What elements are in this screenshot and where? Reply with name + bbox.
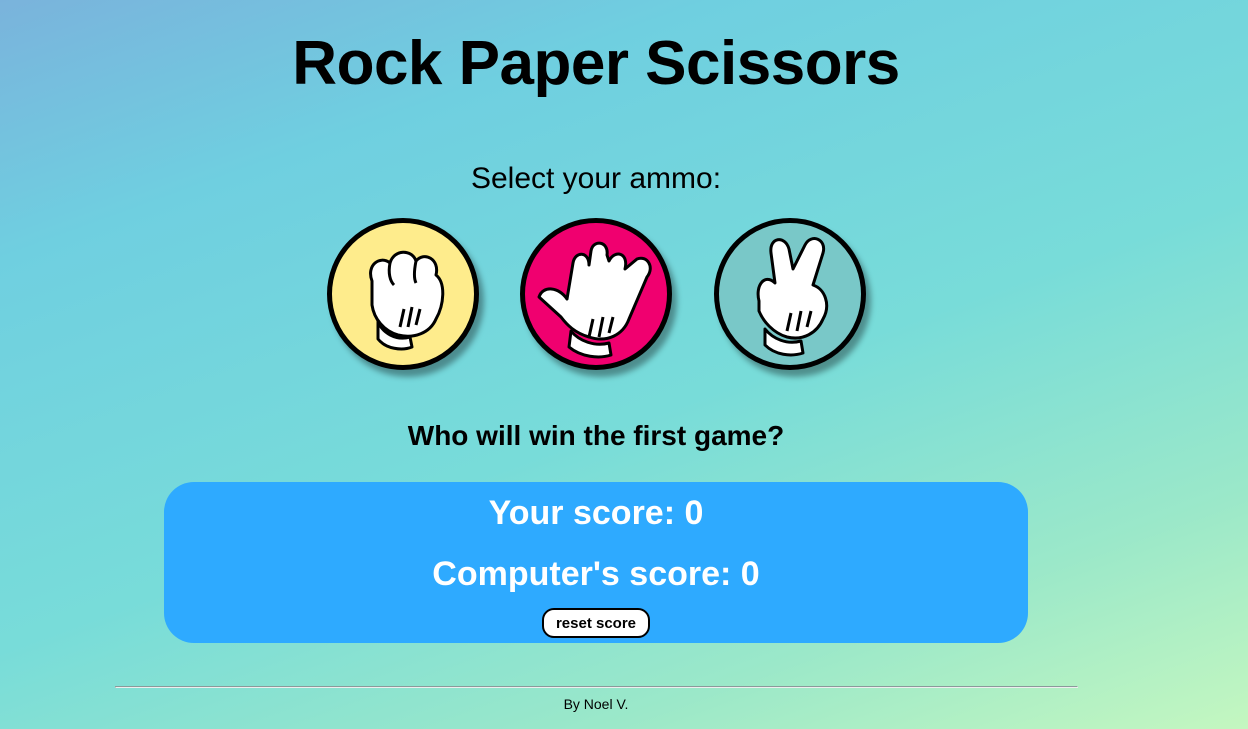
rock-button[interactable] xyxy=(327,218,479,370)
scoreboard: Your score: 0 Computer's score: 0 reset … xyxy=(164,482,1028,643)
page-title: Rock Paper Scissors xyxy=(292,29,900,98)
choice-buttons xyxy=(327,218,867,374)
game-status: Who will win the first game? xyxy=(407,420,785,451)
paper-button[interactable] xyxy=(520,218,672,370)
footer-divider xyxy=(115,686,1078,688)
paper-hand-icon xyxy=(537,241,652,359)
computer-score: Computer's score: 0 xyxy=(432,555,760,593)
scissors-button[interactable] xyxy=(714,218,866,370)
scissors-hand-icon xyxy=(756,237,829,357)
player-score: Your score: 0 xyxy=(488,494,704,532)
select-prompt: Select your ammo: xyxy=(470,162,722,195)
footer-credit: By Noel V. xyxy=(563,696,629,712)
reset-score-button[interactable]: reset score xyxy=(542,608,650,638)
rock-hand-icon xyxy=(369,250,445,351)
